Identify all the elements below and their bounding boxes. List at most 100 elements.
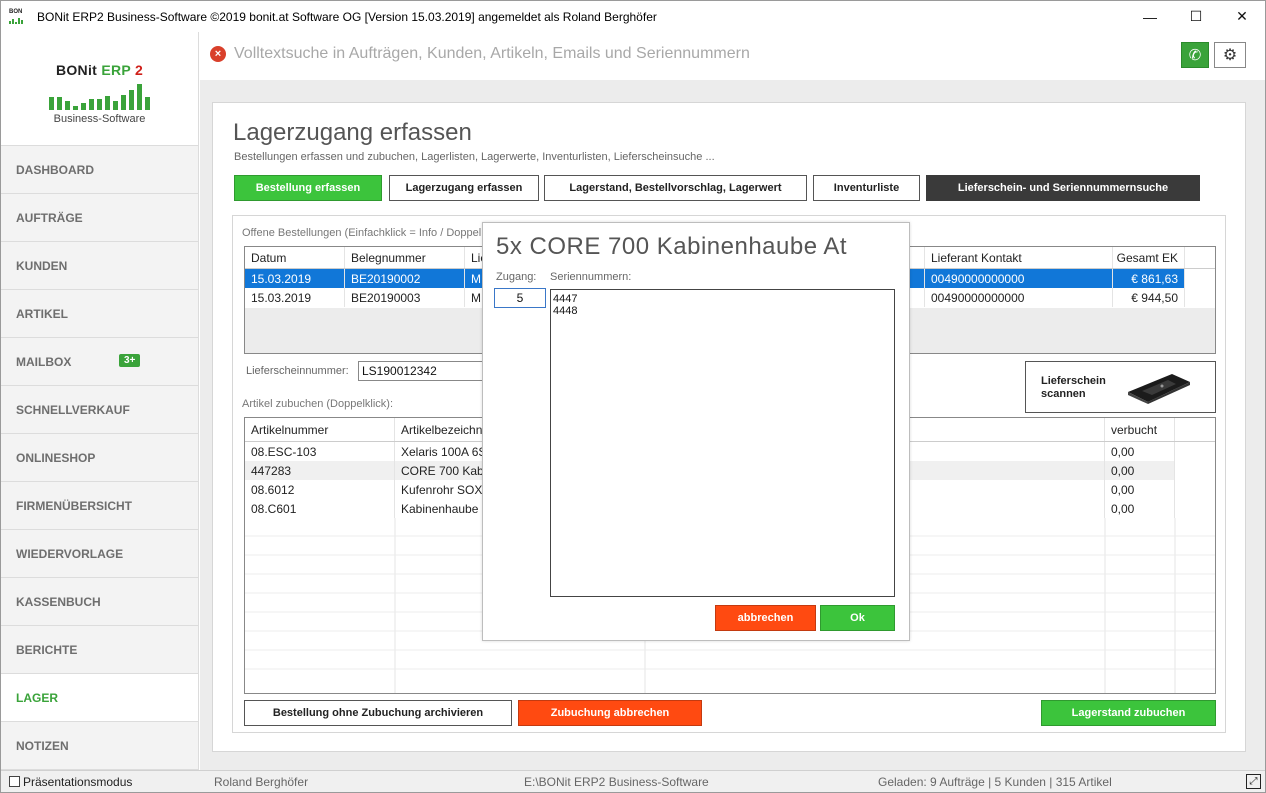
col-datum[interactable]: Datum bbox=[245, 247, 345, 268]
tab-lagerzugang-erfassen[interactable]: Lagerzugang erfassen bbox=[389, 175, 539, 201]
sidebar-item-kunden[interactable]: KUNDEN bbox=[1, 242, 198, 290]
settings-button[interactable]: ⚙ bbox=[1214, 42, 1246, 68]
status-bar: Präsentationsmodus Roland Berghöfer E:\B… bbox=[1, 770, 1265, 792]
gear-icon: ⚙ bbox=[1222, 47, 1238, 64]
title-bar: BON BONit ERP2 Business-Software ©2019 b… bbox=[1, 1, 1265, 32]
dialog-cancel-button[interactable]: abbrechen bbox=[715, 605, 816, 631]
sidebar-item-label: KASSENBUCH bbox=[16, 594, 101, 609]
phone-button[interactable]: ✆ bbox=[1181, 42, 1209, 68]
brand-word: BONit bbox=[55, 62, 98, 78]
fullscreen-icon[interactable]: ⤢ bbox=[1246, 774, 1261, 789]
brand-bars-icon bbox=[49, 80, 150, 110]
sidebar-item-schnellverkauf[interactable]: SCHNELLVERKAUF bbox=[1, 386, 198, 434]
tab-bestellung-erfassen[interactable]: Bestellung erfassen bbox=[234, 175, 382, 201]
col-belegnummer[interactable]: Belegnummer bbox=[345, 247, 465, 268]
orders-label: Offene Bestellungen (Einfachklick = Info… bbox=[242, 227, 482, 239]
sidebar-item-label: MAILBOX bbox=[16, 354, 72, 369]
tab-lagerstand[interactable]: Lagerstand, Bestellvorschlag, Lagerwert bbox=[544, 175, 807, 201]
brand-tagline: Business-Software bbox=[53, 113, 146, 125]
sidebar-item-label: WIEDERVORLAGE bbox=[16, 546, 124, 561]
dialog-title: 5x CORE 700 Kabinenhaube At bbox=[496, 233, 848, 260]
sidebar-item-label: NOTIZEN bbox=[16, 738, 69, 753]
tab-inventurliste[interactable]: Inventurliste bbox=[813, 175, 920, 201]
sidebar-item-label: FIRMENÜBERSICHT bbox=[16, 498, 132, 513]
status-user: Roland Berghöfer bbox=[214, 775, 309, 789]
sidebar-item-artikel[interactable]: ARTIKEL bbox=[1, 290, 198, 338]
brand-two: 2 bbox=[134, 62, 144, 78]
cell-artikelnummer: 447283 bbox=[245, 461, 395, 480]
serial-numbers-label: Seriennummern: bbox=[550, 271, 632, 283]
sidebar-item-berichte[interactable]: BERICHTE bbox=[1, 626, 198, 674]
col-verbucht[interactable]: verbucht bbox=[1105, 418, 1175, 441]
sidebar-item-lager[interactable]: LAGER bbox=[1, 674, 198, 722]
sidebar-item-firmenuebersicht[interactable]: FIRMENÜBERSICHT bbox=[1, 482, 198, 530]
close-button[interactable]: ✕ bbox=[1219, 1, 1265, 32]
brand-erp: ERP bbox=[101, 62, 131, 78]
dialog-ok-button[interactable]: Ok bbox=[820, 605, 895, 631]
sidebar-item-auftraege[interactable]: AUFTRÄGE bbox=[1, 194, 198, 242]
app-window: BON BONit ERP2 Business-Software ©2019 b… bbox=[0, 0, 1266, 793]
tab-lieferschein-suche[interactable]: Lieferschein- und Seriennummernsuche bbox=[926, 175, 1200, 201]
col-artikelnummer[interactable]: Artikelnummer bbox=[245, 418, 395, 441]
cell-kontakt: 00490000000000 bbox=[925, 269, 1113, 288]
col-lieferant-kontakt[interactable]: Lieferant Kontakt bbox=[925, 247, 1113, 268]
sidebar-item-onlineshop[interactable]: ONLINESHOP bbox=[1, 434, 198, 482]
cell-beleg: BE20190003 bbox=[345, 288, 465, 307]
sidebar-item-kassenbuch[interactable]: KASSENBUCH bbox=[1, 578, 198, 626]
zugang-label: Zugang: bbox=[496, 271, 537, 283]
lieferscheinnummer-label: Lieferscheinnummer: bbox=[246, 365, 349, 377]
scan-label-line-1: Lieferschein bbox=[1041, 375, 1106, 387]
cell-ek: € 861,63 bbox=[1113, 269, 1185, 288]
zugang-input[interactable]: 5 bbox=[494, 288, 546, 308]
serial-number-dialog: 5x CORE 700 Kabinenhaube At Zugang: Seri… bbox=[482, 222, 910, 641]
sidebar-item-label: BERICHTE bbox=[16, 642, 78, 657]
cell-artikelnummer: 08.6012 bbox=[245, 480, 395, 499]
archive-order-button[interactable]: Bestellung ohne Zubuchung archivieren bbox=[244, 700, 512, 726]
cell-verbucht: 0,00 bbox=[1105, 499, 1175, 518]
sidebar-item-label: DASHBOARD bbox=[16, 162, 94, 177]
cancel-booking-button[interactable]: Zubuchung abbrechen bbox=[518, 700, 702, 726]
articles-label: Artikel zubuchen (Doppelklick): bbox=[242, 398, 394, 410]
cell-ek: € 944,50 bbox=[1113, 288, 1185, 307]
status-loaded: Geladen: 9 Aufträge | 5 Kunden | 315 Art… bbox=[878, 775, 1112, 789]
page-subtitle: Bestellungen erfassen und zubuchen, Lage… bbox=[234, 151, 715, 163]
lieferscheinnummer-input[interactable]: LS190012342 bbox=[358, 361, 488, 381]
serial-line: 4447 bbox=[553, 293, 578, 305]
sidebar: BONit ERP 2 Business-Software DASHBOARD … bbox=[1, 32, 199, 770]
sidebar-item-mailbox[interactable]: MAILBOX 3+ bbox=[1, 338, 198, 386]
top-bar: × Volltextsuche in Aufträgen, Kunden, Ar… bbox=[200, 32, 1265, 80]
cell-verbucht: 0,00 bbox=[1105, 480, 1175, 499]
scanner-icon bbox=[1128, 374, 1190, 404]
sidebar-item-notizen[interactable]: NOTIZEN bbox=[1, 722, 198, 770]
col-gesamt-ek[interactable]: Gesamt EK bbox=[1113, 247, 1185, 268]
scan-label-line-2: scannen bbox=[1041, 388, 1086, 400]
app-logo-icon: BON bbox=[9, 9, 29, 25]
cell-kontakt: 00490000000000 bbox=[925, 288, 1113, 307]
cell-artikelnummer: 08.ESC-103 bbox=[245, 442, 395, 461]
scan-button-label: Lieferschein scannen bbox=[1041, 375, 1106, 401]
serial-line: 4448 bbox=[553, 305, 578, 317]
sidebar-item-wiedervorlage[interactable]: WIEDERVORLAGE bbox=[1, 530, 198, 578]
status-path: E:\BONit ERP2 Business-Software bbox=[524, 775, 709, 789]
sidebar-item-label: ARTIKEL bbox=[16, 306, 68, 321]
sidebar-item-dashboard[interactable]: DASHBOARD bbox=[1, 146, 198, 194]
book-stock-button[interactable]: Lagerstand zubuchen bbox=[1041, 700, 1216, 726]
phone-icon: ✆ bbox=[1188, 47, 1202, 64]
cell-beleg: BE20190002 bbox=[345, 269, 465, 288]
sidebar-item-label: SCHNELLVERKAUF bbox=[16, 402, 130, 417]
mailbox-badge: 3+ bbox=[119, 354, 141, 367]
clear-search-icon[interactable]: × bbox=[210, 46, 226, 62]
lieferschein-scannen-button[interactable]: Lieferschein scannen bbox=[1025, 361, 1216, 413]
search-input[interactable]: Volltextsuche in Aufträgen, Kunden, Arti… bbox=[234, 45, 750, 63]
serial-numbers-textarea[interactable]: 4447 4448 bbox=[550, 289, 895, 597]
presentation-mode-checkbox[interactable] bbox=[9, 776, 20, 787]
sidebar-logo: BONit ERP 2 Business-Software bbox=[1, 32, 198, 146]
cell-datum: 15.03.2019 bbox=[245, 288, 345, 307]
cell-datum: 15.03.2019 bbox=[245, 269, 345, 288]
maximize-button[interactable]: ☐ bbox=[1173, 1, 1219, 32]
sidebar-item-label: LAGER bbox=[16, 690, 58, 705]
minimize-button[interactable]: — bbox=[1127, 1, 1173, 32]
window-title: BONit ERP2 Business-Software ©2019 bonit… bbox=[37, 9, 657, 24]
cell-verbucht: 0,00 bbox=[1105, 461, 1175, 480]
sidebar-item-label: KUNDEN bbox=[16, 258, 68, 273]
